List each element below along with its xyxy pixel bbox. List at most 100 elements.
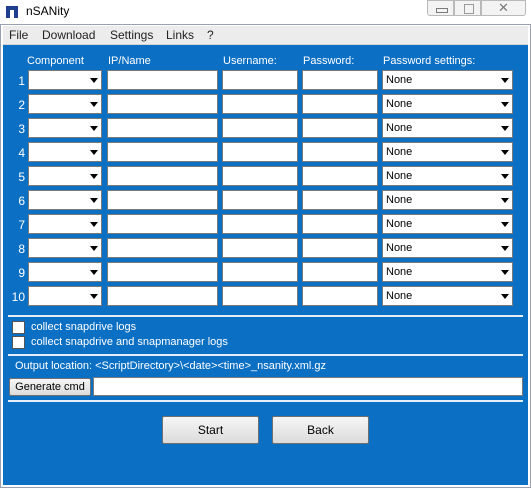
component-select[interactable] <box>28 118 102 138</box>
ip-name-input[interactable] <box>107 118 218 138</box>
password-settings-select[interactable]: None <box>382 238 513 258</box>
collect-snapdrive-snapmanager-label: collect snapdrive and snapmanager logs <box>31 336 228 348</box>
password-input[interactable] <box>302 238 378 258</box>
header-password-settings: Password settings: <box>383 55 476 67</box>
password-settings-value: None <box>386 122 413 134</box>
password-input[interactable] <box>302 214 378 234</box>
password-input[interactable] <box>302 142 378 162</box>
close-button[interactable]: ✕ <box>481 0 526 16</box>
chevron-down-icon <box>501 174 509 179</box>
password-settings-select[interactable]: None <box>382 70 513 90</box>
password-settings-select[interactable]: None <box>382 94 513 114</box>
username-input[interactable] <box>222 262 298 282</box>
username-input[interactable] <box>222 94 298 114</box>
component-select[interactable] <box>28 214 102 234</box>
component-select[interactable] <box>28 286 102 306</box>
chevron-down-icon <box>501 126 509 131</box>
password-settings-value: None <box>386 98 413 110</box>
password-input[interactable] <box>302 286 378 306</box>
username-input[interactable] <box>222 118 298 138</box>
header-component: Component <box>27 55 84 67</box>
password-input[interactable] <box>302 94 378 114</box>
row-number: 9 <box>18 266 25 280</box>
chevron-down-icon <box>90 126 98 131</box>
password-settings-select[interactable]: None <box>382 118 513 138</box>
password-settings-select[interactable]: None <box>382 166 513 186</box>
menu-links[interactable]: Links <box>166 28 194 42</box>
separator <box>8 354 523 356</box>
menu-download[interactable]: Download <box>42 28 95 42</box>
ip-name-input[interactable] <box>107 238 218 258</box>
ip-name-input[interactable] <box>107 94 218 114</box>
component-select[interactable] <box>28 190 102 210</box>
username-input[interactable] <box>222 238 298 258</box>
maximize-button[interactable] <box>454 0 481 16</box>
menu-help[interactable]: ? <box>207 28 214 42</box>
username-input[interactable] <box>222 214 298 234</box>
password-input[interactable] <box>302 262 378 282</box>
generate-cmd-button[interactable]: Generate cmd <box>9 378 91 396</box>
chevron-down-icon <box>90 222 98 227</box>
separator <box>8 400 523 402</box>
back-button[interactable]: Back <box>272 416 369 444</box>
password-settings-select[interactable]: None <box>382 214 513 234</box>
menu-bar: File Download Settings Links ? <box>3 26 528 45</box>
ip-name-input[interactable] <box>107 142 218 162</box>
component-select[interactable] <box>28 94 102 114</box>
ip-name-input[interactable] <box>107 190 218 210</box>
chevron-down-icon <box>501 102 509 107</box>
start-button[interactable]: Start <box>162 416 259 444</box>
password-settings-value: None <box>386 266 413 278</box>
component-select[interactable] <box>28 70 102 90</box>
collect-snapdrive-snapmanager-checkbox[interactable] <box>12 336 25 349</box>
generated-command-field[interactable] <box>93 377 523 396</box>
password-settings-select[interactable]: None <box>382 190 513 210</box>
password-settings-select[interactable]: None <box>382 286 513 306</box>
menu-file[interactable]: File <box>9 28 28 42</box>
chevron-down-icon <box>501 150 509 155</box>
ip-name-input[interactable] <box>107 70 218 90</box>
ip-name-input[interactable] <box>107 262 218 282</box>
chevron-down-icon <box>90 102 98 107</box>
component-select[interactable] <box>28 166 102 186</box>
username-input[interactable] <box>222 142 298 162</box>
header-ip-name: IP/Name <box>108 55 151 67</box>
password-settings-value: None <box>386 146 413 158</box>
password-settings-value: None <box>386 218 413 230</box>
chevron-down-icon <box>90 246 98 251</box>
password-settings-select[interactable]: None <box>382 262 513 282</box>
component-select[interactable] <box>28 142 102 162</box>
separator <box>8 315 523 317</box>
password-input[interactable] <box>302 118 378 138</box>
username-input[interactable] <box>222 166 298 186</box>
ip-name-input[interactable] <box>107 286 218 306</box>
username-input[interactable] <box>222 190 298 210</box>
window-title: nSANity <box>26 4 70 18</box>
ip-name-input[interactable] <box>107 214 218 234</box>
password-settings-select[interactable]: None <box>382 142 513 162</box>
password-input[interactable] <box>302 190 378 210</box>
row-number: 7 <box>18 218 25 232</box>
component-select[interactable] <box>28 238 102 258</box>
row-number: 6 <box>18 194 25 208</box>
password-settings-value: None <box>386 242 413 254</box>
password-settings-value: None <box>386 194 413 206</box>
chevron-down-icon <box>501 270 509 275</box>
chevron-down-icon <box>501 222 509 227</box>
username-input[interactable] <box>222 70 298 90</box>
title-bar: nSANity ✕ <box>0 0 531 24</box>
chevron-down-icon <box>90 174 98 179</box>
username-input[interactable] <box>222 286 298 306</box>
chevron-down-icon <box>501 78 509 83</box>
password-input[interactable] <box>302 166 378 186</box>
collect-snapdrive-checkbox[interactable] <box>12 321 25 334</box>
password-settings-value: None <box>386 170 413 182</box>
password-input[interactable] <box>302 70 378 90</box>
minimize-button[interactable] <box>427 0 454 16</box>
menu-settings[interactable]: Settings <box>110 28 153 42</box>
main-panel: Component IP/Name Username: Password: Pa… <box>3 45 528 485</box>
chevron-down-icon <box>90 78 98 83</box>
ip-name-input[interactable] <box>107 166 218 186</box>
component-select[interactable] <box>28 262 102 282</box>
header-username: Username: <box>223 55 277 67</box>
